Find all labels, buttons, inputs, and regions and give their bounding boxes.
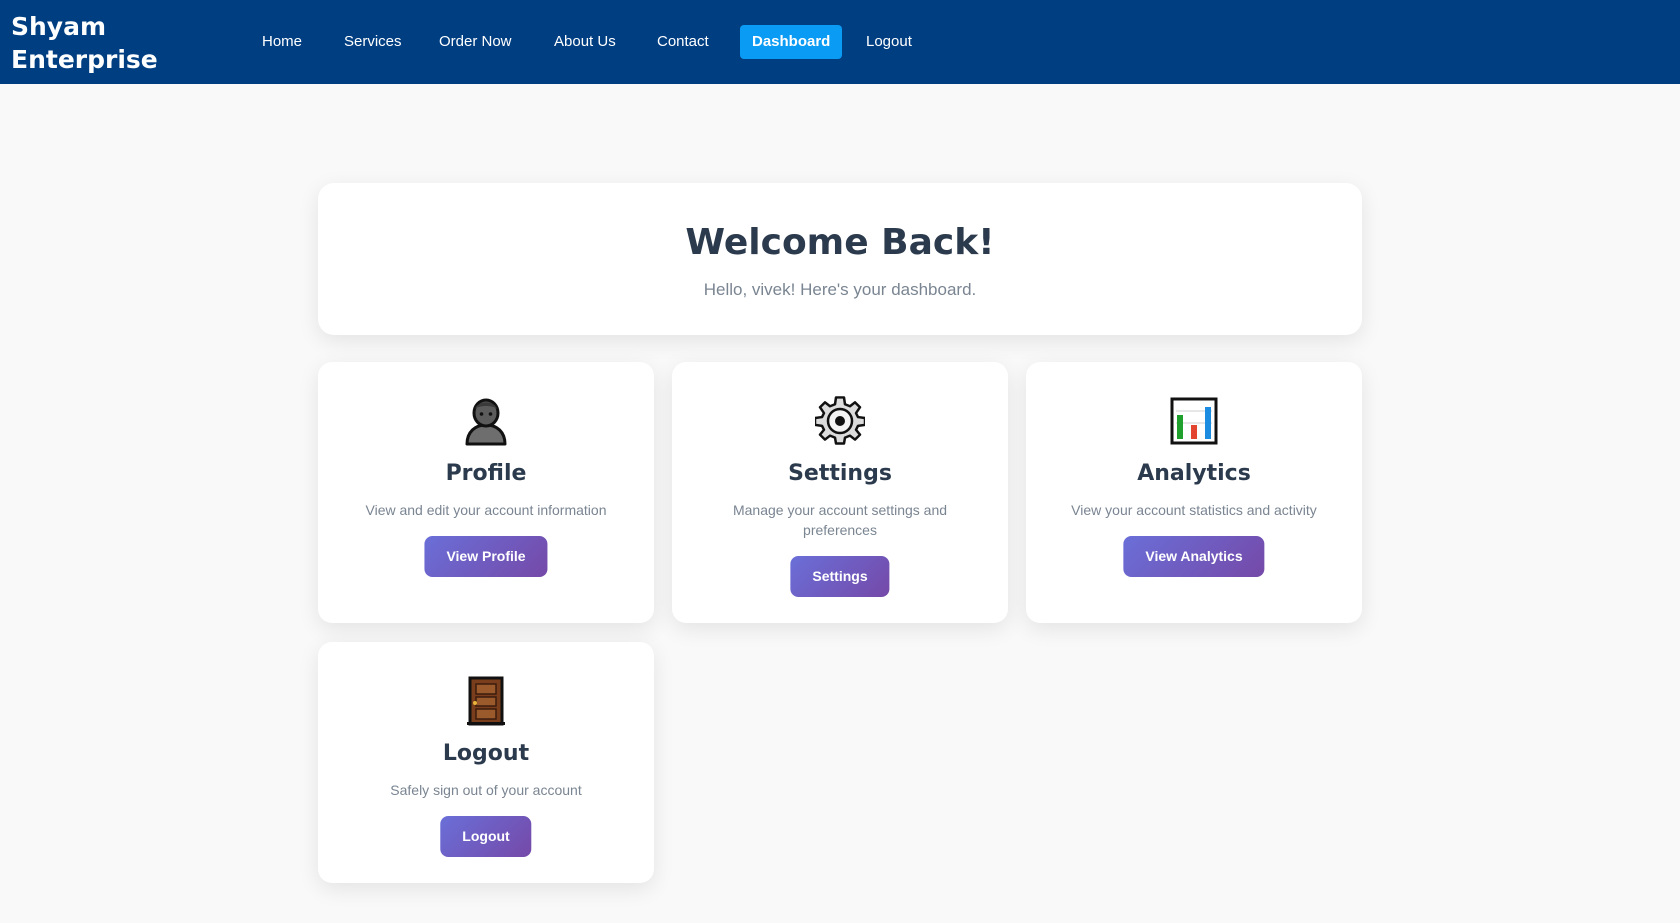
view-analytics-button[interactable]: View Analytics	[1123, 536, 1265, 577]
nav-link-logout[interactable]: Logout	[866, 32, 912, 52]
nav-link-dashboard[interactable]: Dashboard	[740, 25, 843, 59]
gear-icon	[672, 396, 1008, 446]
bar-chart-icon	[1026, 396, 1362, 446]
profile-card-description: View and edit your account information	[365, 502, 607, 518]
top-navbar: Shyam Enterprise Home Services Order Now…	[0, 0, 1680, 84]
settings-card-description: Manage your account settings and prefere…	[732, 502, 948, 538]
logout-card: Logout Safely sign out of your account L…	[318, 642, 654, 883]
welcome-subtitle: Hello, vivek! Here's your dashboard.	[703, 280, 977, 299]
brand-logo-text[interactable]: Shyam Enterprise	[11, 10, 171, 76]
door-icon	[318, 676, 654, 726]
user-silhouette-icon	[318, 396, 654, 446]
welcome-title: Welcome Back!	[685, 222, 995, 263]
nav-link-contact[interactable]: Contact	[657, 32, 709, 52]
profile-card: Profile View and edit your account infor…	[318, 362, 654, 623]
analytics-card-title: Analytics	[1137, 461, 1251, 486]
nav-link-about-us[interactable]: About Us	[554, 32, 616, 52]
analytics-card: Analytics View your account statistics a…	[1026, 362, 1362, 623]
logout-card-title: Logout	[442, 741, 530, 766]
nav-link-order-now[interactable]: Order Now	[439, 32, 512, 52]
analytics-card-description: View your account statistics and activit…	[1071, 502, 1317, 518]
welcome-card: Welcome Back! Hello, vivek! Here's your …	[318, 183, 1362, 335]
profile-card-title: Profile	[445, 461, 527, 486]
settings-card-title: Settings	[788, 461, 892, 486]
logout-card-description: Safely sign out of your account	[390, 782, 582, 798]
nav-link-home[interactable]: Home	[262, 32, 302, 52]
settings-card: Settings Manage your account settings an…	[672, 362, 1008, 623]
settings-button[interactable]: Settings	[790, 556, 890, 597]
logout-button[interactable]: Logout	[440, 816, 532, 857]
nav-link-services[interactable]: Services	[344, 32, 402, 52]
view-profile-button[interactable]: View Profile	[424, 536, 548, 577]
